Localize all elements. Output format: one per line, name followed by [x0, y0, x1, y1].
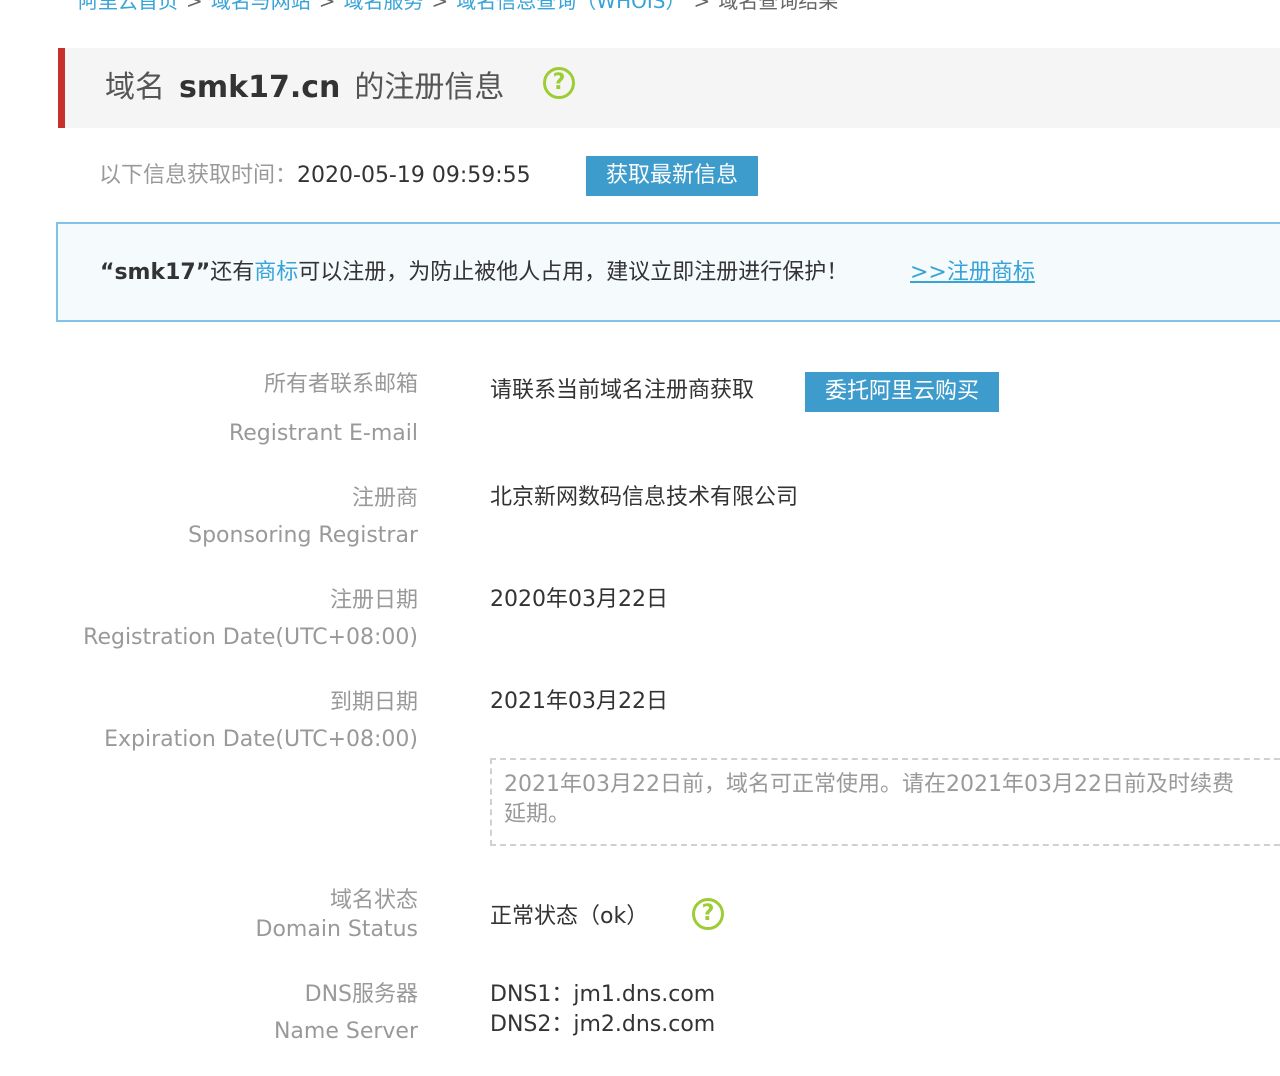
registrar-value: 北京新网数码信息技术有限公司: [490, 485, 799, 510]
exp-date-label-en: Expiration Date(UTC+08:00): [104, 727, 418, 752]
title-prefix: 域名: [105, 70, 165, 105]
breadcrumb-separator: >: [318, 0, 336, 13]
status-value: 正常状态（ok）: [490, 904, 649, 929]
help-circle-icon[interactable]: ?: [692, 898, 724, 930]
reg-date-label-en: Registration Date(UTC+08:00): [83, 625, 418, 650]
notice-domain-name: “smk17”: [100, 260, 211, 285]
reg-date-value: 2020年03月22日: [490, 587, 668, 612]
fetch-time-value: 2020-05-19 09:59:55: [297, 163, 531, 188]
breadcrumb-link-domains-websites[interactable]: 域名与网站: [211, 0, 311, 13]
delegate-purchase-button[interactable]: 委托阿里云购买: [805, 372, 1000, 412]
breadcrumb-current: 域名查询结果: [718, 0, 839, 13]
breadcrumb-separator: >: [186, 0, 203, 13]
expiration-note-line2: 延期。: [504, 802, 571, 827]
exp-date-value: 2021年03月22日: [490, 689, 668, 714]
expiration-note: 2021年03月22日前，域名可正常使用。请在2021年03月22日前及时续费 …: [490, 758, 1280, 846]
title-suffix: 的注册信息: [354, 70, 505, 105]
expiration-note-line1: 2021年03月22日前，域名可正常使用。请在2021年03月22日前及时续费: [504, 772, 1234, 797]
notice-text-part1: 还有: [210, 260, 255, 285]
breadcrumb-separator: >: [693, 0, 711, 13]
reg-date-label-cn: 注册日期: [329, 588, 418, 613]
email-value: 请联系当前域名注册商获取: [490, 378, 755, 403]
help-circle-icon[interactable]: ?: [543, 67, 575, 99]
breadcrumb-link-domain-service[interactable]: 域名服务: [344, 0, 424, 13]
notice-text-part2: 可以注册，为防止被他人占用，建议立即注册进行保护！: [298, 260, 849, 285]
breadcrumb-link-home[interactable]: 阿里云首页: [78, 0, 178, 13]
notice-trademark-link[interactable]: 商标: [254, 260, 298, 285]
registrar-label-cn: 注册商: [351, 486, 418, 511]
email-label-en: Registrant E-mail: [228, 421, 418, 446]
page-title: 域名 smk17.cn 的注册信息: [105, 68, 504, 108]
exp-date-label-cn: 到期日期: [329, 690, 418, 715]
breadcrumb: 阿里云首页 > 域名与网站 > 域名服务 > 域名信息查询（WHOIS） > 域名查询结果: [78, 0, 838, 14]
fetch-time-row: 以下信息获取时间：2020-05-19 09:59:55: [99, 156, 531, 196]
status-label-en: Domain Status: [255, 917, 418, 942]
page-title-bar: 域名 smk17.cn 的注册信息 ?: [58, 48, 1280, 128]
dns-label-en: Name Server: [273, 1019, 418, 1044]
dns1-value: DNS1：jm1.dns.com: [490, 982, 716, 1007]
breadcrumb-separator: >: [431, 0, 449, 13]
dns-label-cn: DNS服务器: [304, 982, 418, 1007]
fetch-time-label: 以下信息获取时间：: [99, 163, 298, 188]
title-domain: smk17.cn: [179, 70, 341, 105]
breadcrumb-link-whois[interactable]: 域名信息查询（WHOIS）: [456, 0, 685, 13]
email-label-cn: 所有者联系邮箱: [263, 372, 418, 397]
trademark-notice-text: “smk17”还有商标可以注册，为防止被他人占用，建议立即注册进行保护！: [100, 258, 848, 288]
dns2-value: DNS2：jm2.dns.com: [490, 1012, 716, 1037]
refresh-info-button[interactable]: 获取最新信息: [586, 156, 759, 196]
registrar-label-en: Sponsoring Registrar: [188, 523, 418, 548]
trademark-notice: “smk17”还有商标可以注册，为防止被他人占用，建议立即注册进行保护！ >>注…: [56, 222, 1280, 322]
register-trademark-link[interactable]: >>注册商标: [910, 258, 1035, 288]
